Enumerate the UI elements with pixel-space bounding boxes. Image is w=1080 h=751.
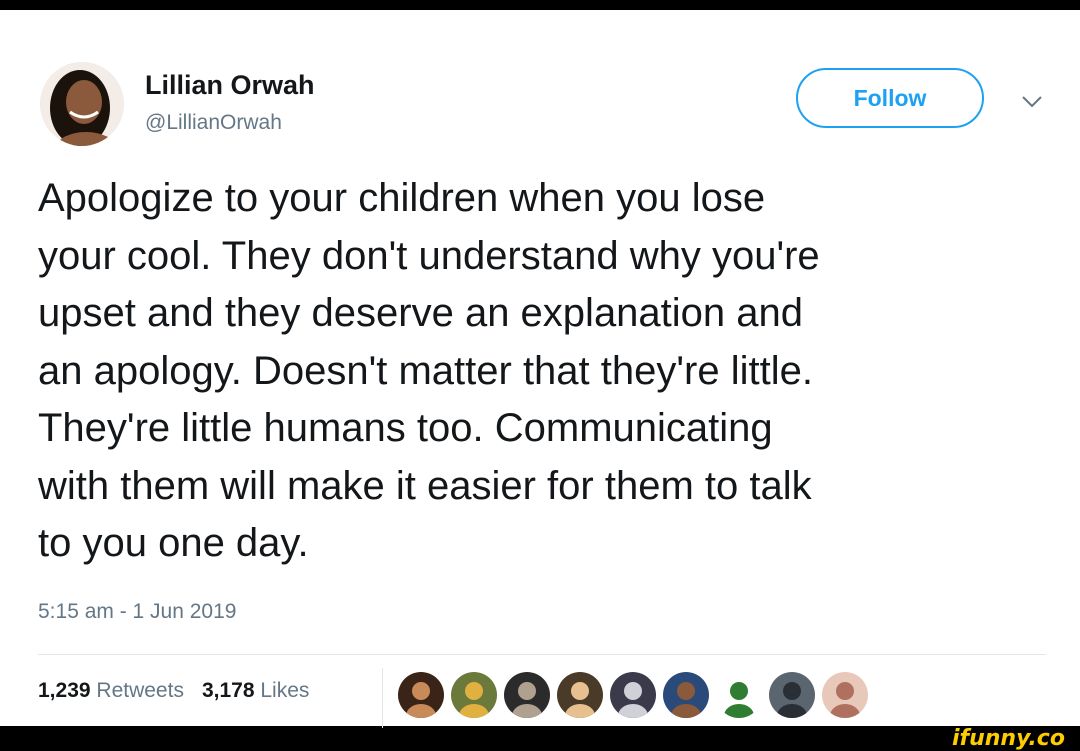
- tweet-line: an apology. Doesn't matter that they're …: [38, 348, 813, 393]
- tweet-line: with them will make it easier for them t…: [38, 463, 812, 508]
- tweet-text: Apologize to your children when you lose…: [38, 170, 1048, 573]
- liker-avatar-7[interactable]: [716, 672, 762, 718]
- liker-avatar-3[interactable]: [504, 672, 550, 718]
- chevron-down-icon[interactable]: [1020, 94, 1044, 110]
- liker-avatar-8[interactable]: [769, 672, 815, 718]
- follow-button[interactable]: Follow: [796, 68, 984, 128]
- likes-stat[interactable]: 3,178 Likes: [202, 679, 309, 703]
- liker-avatar-1[interactable]: [398, 672, 444, 718]
- profile-avatar[interactable]: [40, 62, 124, 146]
- user-name[interactable]: Lillian Orwah: [145, 70, 315, 101]
- stats-separator: [382, 668, 383, 728]
- liker-avatar-4[interactable]: [557, 672, 603, 718]
- tweet-line: to you one day.: [38, 521, 309, 565]
- tweet-stats: 1,239 Retweets 3,178 Likes: [38, 679, 309, 703]
- retweets-label: Retweets: [96, 679, 184, 702]
- liker-avatars: [398, 672, 868, 718]
- tweet-line: Apologize to your children when you lose: [38, 176, 766, 220]
- likes-count: 3,178: [201, 679, 255, 702]
- liker-avatar-5[interactable]: [610, 672, 656, 718]
- tweet-card: Lillian Orwah @LillianOrwah Follow Apolo…: [0, 10, 1080, 728]
- avatar-icon: [40, 62, 124, 146]
- tweet-line: They're little humans too. Communicating: [38, 406, 773, 450]
- tweet-timestamp[interactable]: 5:15 am - 1 Jun 2019: [38, 600, 236, 624]
- user-handle[interactable]: @LillianOrwah: [145, 111, 282, 135]
- liker-avatar-9[interactable]: [822, 672, 868, 718]
- likes-label: Likes: [260, 679, 310, 702]
- liker-avatar-2[interactable]: [451, 672, 497, 718]
- tweet-line: upset and they deserve an explanation an…: [38, 291, 804, 335]
- watermark: ifunny.co: [952, 726, 1065, 751]
- retweets-count: 1,239: [38, 679, 91, 702]
- divider: [38, 654, 1046, 655]
- retweets-stat[interactable]: 1,239 Retweets: [38, 679, 184, 703]
- liker-avatar-6[interactable]: [663, 672, 709, 718]
- tweet-line: your cool. They don't understand why you…: [38, 233, 820, 278]
